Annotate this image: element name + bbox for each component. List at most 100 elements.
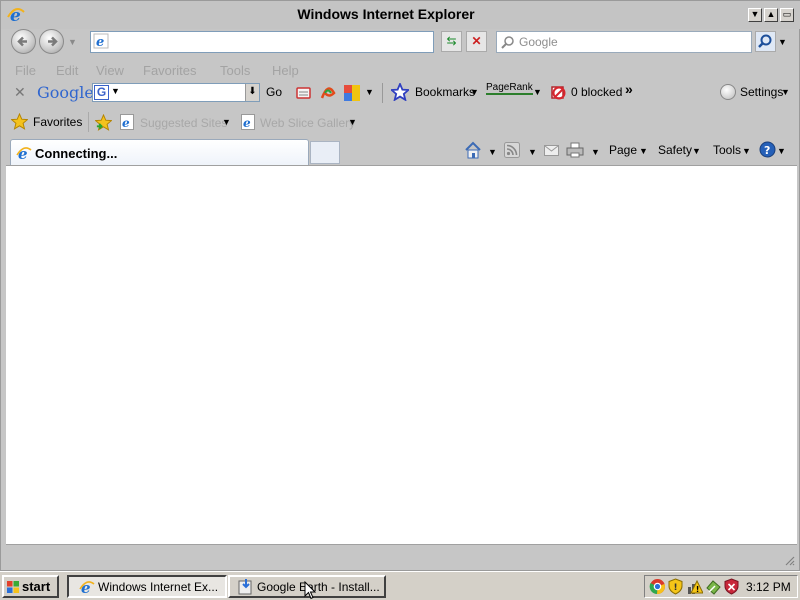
search-options-chevron-icon[interactable]: ▼ [778,37,787,47]
menu-tools[interactable]: Tools [220,63,250,78]
menu-help[interactable]: Help [272,63,299,78]
bookmarks-dropdown-icon[interactable]: ▼ [470,87,479,97]
blocked-popups-count[interactable]: 0 blocked [571,85,622,99]
stop-button[interactable]: ✕ [466,31,487,52]
svg-text:?: ? [764,144,770,157]
tools-menu-button[interactable]: Tools [713,143,741,157]
svg-text:!: ! [674,583,678,593]
help-icon[interactable]: ? [759,141,776,158]
clock[interactable]: 3:12 PM [746,580,791,594]
search-placeholder: Google [519,35,558,49]
tab-ie-icon: e [16,145,32,161]
tools-dropdown-icon[interactable]: ▼ [742,146,751,156]
forward-button[interactable] [39,29,64,54]
settings-dropdown-icon[interactable]: ▼ [781,87,790,97]
navigation-bar: ▼ e ⬇ ⇆ ✕ Google ▼ [1,29,800,59]
safety-menu-button[interactable]: Safety [658,143,692,157]
print-dropdown-icon[interactable]: ▼ [591,147,600,157]
settings-button[interactable]: Settings [740,85,783,99]
recent-pages-chevron-icon[interactable]: ▼ [68,37,77,47]
resize-grip-icon[interactable] [783,554,795,566]
taskbar-ie-button[interactable]: e Windows Internet Ex... [67,575,227,598]
page-content[interactable] [6,165,797,545]
back-button[interactable] [11,29,36,54]
window-title: Windows Internet Explorer [297,6,475,22]
google-go-button[interactable]: Go [266,85,282,99]
favorites-button[interactable]: Favorites [33,115,82,129]
maximize-button[interactable]: ▲ [764,8,778,22]
suggested-sites-icon: e [120,114,135,130]
read-mail-icon[interactable] [544,145,559,156]
back-arrow-icon [17,36,27,47]
popup-blocker-icon[interactable] [550,84,567,101]
print-icon[interactable] [566,142,584,158]
bookmarks-button[interactable]: Bookmarks [415,85,475,99]
title-bar[interactable]: e Windows Internet Explorer ▼ ▲ ▭ [1,1,800,29]
taskbar-ie-label: Windows Internet Ex... [98,580,219,594]
menu-file[interactable]: File [15,63,36,78]
news-icon[interactable] [295,84,313,102]
svg-text:e: e [243,116,251,130]
google-logo[interactable]: Google [37,83,94,102]
search-box[interactable]: Google [496,31,752,53]
security-shield-tray-icon[interactable]: ! [668,578,683,595]
menu-view[interactable]: View [96,63,124,78]
close-toolbar-icon[interactable]: ✕ [14,84,26,101]
home-icon[interactable] [464,141,482,159]
help-dropdown-icon[interactable]: ▼ [777,146,786,156]
refresh-button[interactable]: ⇆ [441,31,462,52]
autofill-icon[interactable] [343,84,361,102]
menu-bar: File Edit View Favorites Tools Help [1,60,800,82]
address-bar[interactable]: e ⬇ [90,31,522,53]
google-search-dropdown-icon[interactable]: ▼ [111,86,120,96]
search-icon [758,34,772,48]
search-magnifier-icon [501,35,515,49]
suggested-sites-dropdown-icon[interactable]: ▼ [222,117,231,127]
spellcheck-icon[interactable] [319,84,337,102]
svg-text:e: e [96,35,104,49]
page-menu-button[interactable]: Page [609,143,637,157]
toolbar-separator [382,83,383,103]
google-search-input[interactable]: G ▼ ⬇ [92,83,260,102]
system-tray: ! ! 3:12 PM [644,575,798,598]
feeds-icon[interactable] [504,142,520,158]
restore-button[interactable]: ▭ [780,8,794,22]
pagerank-dropdown-icon[interactable]: ▼ [533,87,542,97]
feeds-dropdown-icon[interactable]: ▼ [528,147,537,157]
svg-text:!: ! [696,585,700,594]
add-to-favorites-icon[interactable] [95,114,112,131]
home-dropdown-icon[interactable]: ▼ [488,147,497,157]
minimize-button[interactable]: ▼ [748,8,762,22]
google-history-dropdown-button[interactable]: ⬇ [245,84,259,101]
page-dropdown-icon[interactable]: ▼ [639,146,648,156]
settings-icon[interactable] [720,84,736,100]
web-slice-gallery-link[interactable]: Web Slice Gallery [260,116,355,130]
more-chevron-button[interactable]: » [625,81,633,97]
chrome-tray-icon[interactable] [649,578,666,595]
tab-current[interactable]: e Connecting... [10,139,309,166]
pagerank-indicator[interactable]: PageRank [486,82,533,95]
google-toolbar: ✕ Google G ▼ ⬇ Go ▼ Bookmarks ▼ PageRank… [1,81,800,105]
updates-tray-icon[interactable] [705,578,722,595]
browser-window: e Windows Internet Explorer ▼ ▲ ▭ ▼ e ⬇ … [0,0,800,571]
start-button[interactable]: start [2,575,59,598]
suggested-sites-link[interactable]: Suggested Sites [140,116,227,130]
svg-text:e: e [122,116,130,130]
favorites-star-icon [11,113,28,130]
installer-icon [238,578,254,595]
bookmark-star-icon[interactable] [391,83,409,101]
taskbar-ie-icon: e [79,579,95,595]
web-slice-gallery-dropdown-icon[interactable]: ▼ [348,117,357,127]
menu-favorites[interactable]: Favorites [143,63,196,78]
new-tab-button[interactable] [310,141,340,164]
autofill-dropdown-icon[interactable]: ▼ [365,87,374,97]
antivirus-tray-icon[interactable] [724,578,739,595]
warning-tray-icon[interactable]: ! [686,578,703,595]
menu-edit[interactable]: Edit [56,63,78,78]
search-button[interactable] [755,31,776,52]
start-label: start [22,579,51,594]
tab-row: e Connecting... ▼ ▼ ▼ Page ▼ Safety ▼ To… [1,137,800,166]
windows-logo-icon [6,580,20,594]
favorites-bar: Favorites e Suggested Sites ▼ e Web Slic… [1,110,800,136]
safety-dropdown-icon[interactable]: ▼ [692,146,701,156]
